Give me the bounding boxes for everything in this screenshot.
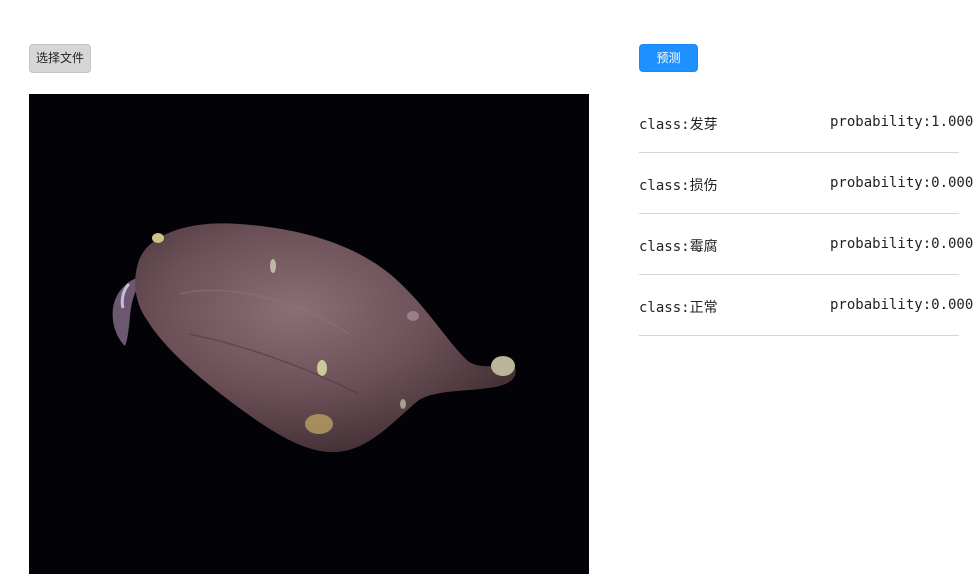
image-preview	[29, 94, 589, 574]
choose-file-button[interactable]: 选择文件	[29, 44, 91, 73]
result-probability: probability:0.000	[830, 297, 974, 313]
result-row: class:损伤 probability:0.000	[639, 153, 973, 214]
result-probability: probability:1.000	[830, 114, 974, 130]
prediction-results: class:发芽 probability:1.000 class:损伤 prob…	[639, 92, 976, 336]
result-class: class:损伤	[639, 178, 718, 194]
result-row: class:正常 probability:0.000	[639, 275, 973, 336]
predict-button[interactable]: 预测	[639, 44, 698, 72]
sweet-potato-image	[29, 94, 589, 574]
result-class: class:正常	[639, 300, 718, 316]
result-row: class:霉腐 probability:0.000	[639, 214, 973, 275]
page: 选择文件 预测 class:发芽 probability:1.000 class…	[0, 0, 976, 583]
result-probability: probability:0.000	[830, 236, 974, 252]
result-class: class:发芽	[639, 117, 718, 133]
result-row: class:发芽 probability:1.000	[639, 92, 973, 153]
result-class: class:霉腐	[639, 239, 718, 255]
result-probability: probability:0.000	[830, 175, 974, 191]
